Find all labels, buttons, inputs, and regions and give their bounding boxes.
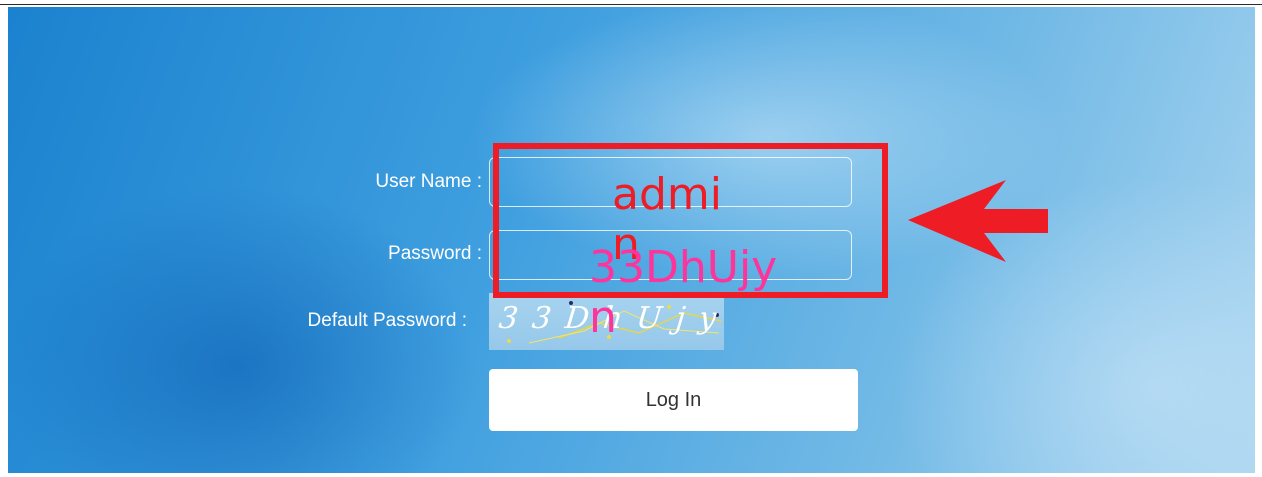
top-divider: [0, 4, 1262, 5]
password-label: Password :: [388, 243, 482, 264]
left-arrow-icon: [908, 180, 1048, 262]
default-password-label: Default Password :: [307, 310, 467, 331]
login-button[interactable]: Log In: [489, 369, 858, 431]
screenshot-frame: User Name : Password : Default Password …: [0, 0, 1262, 477]
username-label: User Name :: [375, 171, 482, 192]
typed-password-overlay: 33DhUjyn: [589, 242, 778, 343]
